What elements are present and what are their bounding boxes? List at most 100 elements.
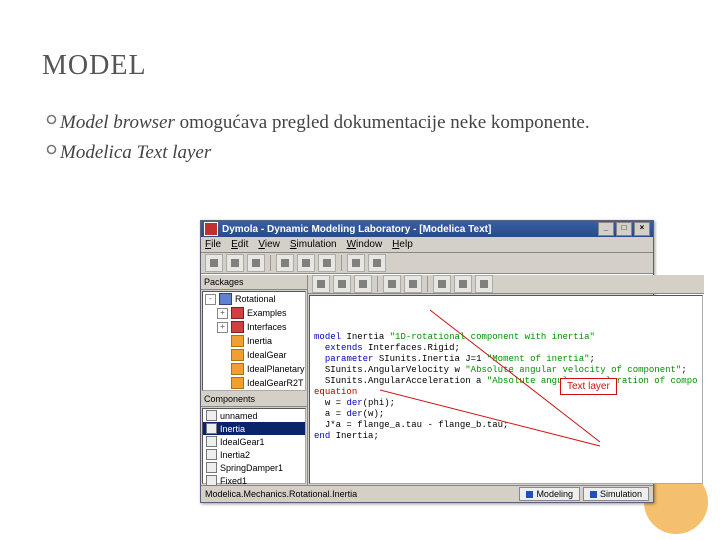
- package-item[interactable]: Spring: [203, 390, 305, 391]
- mode-led-icon: [526, 491, 533, 498]
- bullet-list: Model browser omogućava pregled dokument…: [42, 110, 678, 165]
- mode-modeling-button[interactable]: Modeling: [519, 487, 580, 501]
- menu-simulation[interactable]: Simulation: [290, 239, 337, 250]
- components-header: Components: [201, 392, 307, 407]
- package-label: Examples: [247, 308, 287, 318]
- package-item[interactable]: + Examples: [203, 306, 305, 320]
- toolbar-separator: [341, 255, 342, 271]
- tree-toggle-icon[interactable]: -: [205, 294, 216, 305]
- component-item[interactable]: Inertia2: [203, 448, 305, 461]
- app-screenshot: Dymola - Dynamic Modeling Laboratory - […: [200, 220, 652, 510]
- packages-tree[interactable]: - Rotational + Examples + Interfaces Inertia Id…: [202, 291, 306, 391]
- package-item[interactable]: Inertia: [203, 334, 305, 348]
- package-item[interactable]: IdealPlanetary: [203, 362, 305, 376]
- component-item[interactable]: unnamed: [203, 409, 305, 422]
- mode-label: Modeling: [536, 489, 573, 499]
- package-label: Inertia: [247, 336, 272, 346]
- code-line: model Inertia "1D-rotational component w…: [314, 332, 697, 343]
- status-text: Modelica.Mechanics.Rotational.Inertia: [205, 489, 357, 499]
- package-label: Rotational: [235, 294, 276, 304]
- bullet-text: Modelica Text layer: [60, 140, 678, 166]
- toolbar-button[interactable]: [226, 254, 244, 272]
- package-icon: [231, 363, 244, 375]
- package-icon: [231, 335, 244, 347]
- component-icon: [206, 475, 217, 486]
- tree-toggle-icon[interactable]: +: [217, 308, 228, 319]
- package-icon: [231, 349, 244, 361]
- toolbar-button[interactable]: [368, 254, 386, 272]
- toolbar-button[interactable]: [297, 254, 315, 272]
- package-icon: [231, 321, 244, 333]
- package-item[interactable]: + Interfaces: [203, 320, 305, 334]
- close-button[interactable]: ×: [634, 222, 650, 236]
- packages-header: Packages: [201, 275, 307, 290]
- text-layer-callout: Text layer: [560, 378, 617, 395]
- package-label: IdealGear: [247, 350, 287, 360]
- menu-edit[interactable]: Edit: [231, 239, 248, 250]
- component-icon: [206, 423, 217, 434]
- bullet-icon: [42, 114, 60, 136]
- window-title: Dymola - Dynamic Modeling Laboratory - […: [222, 224, 598, 235]
- toolbar-button[interactable]: [354, 275, 372, 293]
- toolbar-button[interactable]: [454, 275, 472, 293]
- toolbar-button[interactable]: [383, 275, 401, 293]
- component-label: SpringDamper1: [220, 463, 283, 473]
- package-icon: [231, 307, 244, 319]
- component-item[interactable]: Fixed1: [203, 474, 305, 487]
- package-label: IdealGearR2T: [247, 378, 304, 388]
- toolbar-button[interactable]: [318, 254, 336, 272]
- toolbar-button[interactable]: [433, 275, 451, 293]
- component-icon: [206, 449, 217, 460]
- minimize-button[interactable]: _: [598, 222, 614, 236]
- package-item[interactable]: - Rotational: [203, 292, 305, 306]
- editor-toolbar: [308, 275, 703, 294]
- package-label: Interfaces: [247, 322, 287, 332]
- package-item[interactable]: IdealGearR2T: [203, 376, 305, 390]
- menu-view[interactable]: View: [258, 239, 280, 250]
- toolbar-separator: [270, 255, 271, 271]
- menu-file[interactable]: File: [205, 239, 221, 250]
- maximize-button[interactable]: □: [616, 222, 632, 236]
- mode-simulation-button[interactable]: Simulation: [583, 487, 649, 501]
- toolbar-button[interactable]: [404, 275, 422, 293]
- code-editor[interactable]: model Inertia "1D-rotational component w…: [309, 295, 702, 484]
- window-titlebar: Dymola - Dynamic Modeling Laboratory - […: [201, 221, 653, 237]
- toolbar-separator: [427, 276, 428, 292]
- main-toolbar: [201, 253, 653, 274]
- code-line: J*a = flange_a.tau - flange_b.tau;: [314, 420, 697, 431]
- package-icon: [219, 293, 232, 305]
- mode-led-icon: [590, 491, 597, 498]
- slide-title: MODEL: [42, 50, 678, 82]
- code-line: equation: [314, 387, 697, 398]
- app-icon: [204, 222, 218, 236]
- toolbar-button[interactable]: [276, 254, 294, 272]
- component-label: IdealGear1: [220, 437, 265, 447]
- toolbar-button[interactable]: [247, 254, 265, 272]
- component-item[interactable]: SpringDamper1: [203, 461, 305, 474]
- component-icon: [206, 462, 217, 473]
- component-item[interactable]: IdealGear1: [203, 435, 305, 448]
- components-list[interactable]: unnamedInertia IdealGear1 Inertia2 SpringDa…: [202, 408, 306, 484]
- menu-help[interactable]: Help: [392, 239, 413, 250]
- code-line: w = der(phi);: [314, 398, 697, 409]
- component-icon: [206, 436, 217, 447]
- toolbar-button[interactable]: [347, 254, 365, 272]
- tree-toggle-icon[interactable]: +: [217, 322, 228, 333]
- component-item[interactable]: Inertia: [203, 422, 305, 435]
- package-item[interactable]: IdealGear: [203, 348, 305, 362]
- toolbar-button[interactable]: [333, 275, 351, 293]
- toolbar-button[interactable]: [475, 275, 493, 293]
- package-icon: [231, 377, 244, 389]
- bullet-icon: [42, 144, 60, 166]
- toolbar-button[interactable]: [205, 254, 223, 272]
- toolbar-button[interactable]: [312, 275, 330, 293]
- component-label: unnamed: [220, 411, 258, 421]
- mode-label: Simulation: [600, 489, 642, 499]
- code-line: SIunits.AngularAcceleration a "Absolute …: [314, 376, 697, 387]
- bullet-text: Model browser omogućava pregled dokument…: [60, 110, 678, 136]
- component-label: Inertia2: [220, 450, 250, 460]
- package-label: IdealPlanetary: [247, 364, 305, 374]
- component-label: Fixed1: [220, 476, 247, 486]
- menu-window[interactable]: Window: [347, 239, 383, 250]
- code-line: a = der(w);: [314, 409, 697, 420]
